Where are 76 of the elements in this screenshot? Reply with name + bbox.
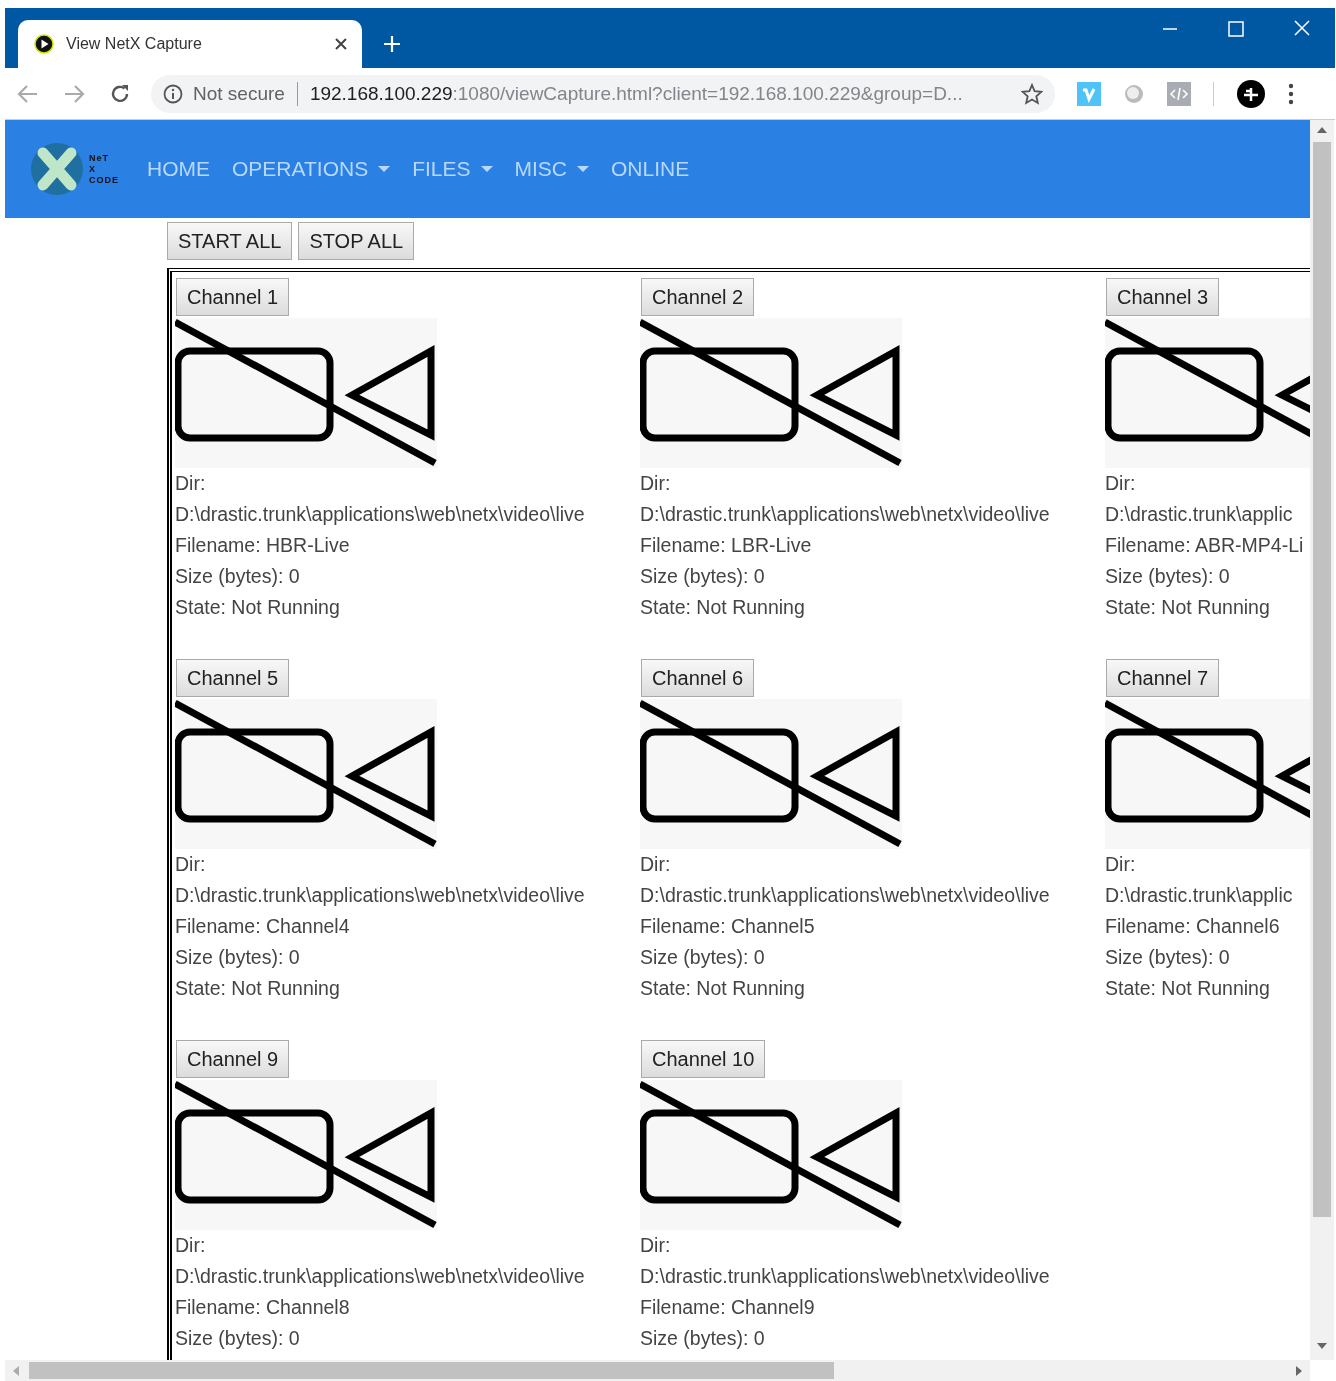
reload-icon[interactable] xyxy=(109,82,131,105)
state-text: State: Not Running xyxy=(640,595,806,620)
state-text: State: Not Running xyxy=(1105,595,1271,620)
dir-label: Dir: xyxy=(175,852,207,877)
logo-text: NeT xyxy=(89,152,110,164)
camera-off-icon xyxy=(640,318,902,468)
new-tab-icon[interactable] xyxy=(382,34,402,54)
filename-text: Filename: Channel4 xyxy=(175,914,351,939)
channel-button[interactable]: Channel 3 xyxy=(1106,278,1220,316)
x-logo-icon xyxy=(29,141,85,197)
logo-text: X xyxy=(89,163,97,175)
action-button[interactable]: STOP ALL xyxy=(298,222,415,260)
directory-path: D:\drastic.trunk\applications\web\netx\video\live xyxy=(175,502,586,527)
directory-path: D:\drastic.trunk\applications\web\netx\video\live xyxy=(175,883,586,908)
size-text: Size (bytes): 0 xyxy=(640,564,766,589)
dir-label: Dir: xyxy=(175,471,207,496)
dir-label: Dir: xyxy=(640,1233,672,1258)
vertical-scrollbar[interactable] xyxy=(1310,120,1334,1360)
filename-text: Filename: ABR-MP4-Li xyxy=(1105,533,1305,558)
directory-path: D:\drastic.trunk\applications\web\netx\video\live xyxy=(640,502,1051,527)
horizontal-scrollbar[interactable] xyxy=(5,1360,1310,1381)
tab-title: View NetX Capture xyxy=(66,35,203,53)
dir-label: Dir: xyxy=(1105,471,1137,496)
channel-button[interactable]: Channel 2 xyxy=(641,278,755,316)
filename-text: Filename: Channel5 xyxy=(640,914,816,939)
camera-off-icon xyxy=(175,1080,437,1230)
channel-button[interactable]: Channel 10 xyxy=(641,1040,766,1078)
channel-button[interactable]: Channel 5 xyxy=(176,659,290,697)
info-icon xyxy=(163,83,183,104)
filename-text: Filename: Channel6 xyxy=(1105,914,1281,939)
browser-tab[interactable]: View NetX Capture xyxy=(18,20,362,68)
filename-text: Filename: Channel9 xyxy=(640,1295,816,1320)
camera-off-icon xyxy=(640,1080,902,1230)
size-text: Size (bytes): 0 xyxy=(1105,945,1231,970)
address-bar[interactable]: Not secure 192.168.100.229:1080/viewCapture.html?client=192.168.100.229&group=D... xyxy=(151,74,1055,113)
profile-avatar-icon[interactable] xyxy=(1236,78,1266,109)
size-text: Size (bytes): 0 xyxy=(1105,564,1231,589)
directory-path: D:\drastic.trunk\applications\web\netx\video\live xyxy=(640,883,1051,908)
state-text: State: Not Running xyxy=(640,976,806,1001)
dir-label: Dir: xyxy=(1105,852,1137,877)
channel-button[interactable]: Channel 9 xyxy=(176,1040,290,1078)
directory-path: D:\drastic.trunk\applic xyxy=(1105,883,1294,908)
dir-label: Dir: xyxy=(640,471,672,496)
dir-label: Dir: xyxy=(640,852,672,877)
logo-text: CODE xyxy=(89,174,119,186)
security-label: Not secure xyxy=(193,82,285,105)
more-menu-icon[interactable] xyxy=(1288,82,1294,105)
camera-off-icon xyxy=(1105,699,1310,849)
url-text: 192.168.100.229:1080/viewCapture.html?client=192.168.100.229&group=D... xyxy=(309,82,963,105)
camera-off-icon xyxy=(1105,318,1310,468)
camera-off-icon xyxy=(175,318,437,468)
state-text: State: Not Running xyxy=(175,976,341,1001)
directory-path: D:\drastic.trunk\applic xyxy=(1105,502,1294,527)
dir-label: Dir: xyxy=(175,1233,207,1258)
filename-text: Filename: HBR-Live xyxy=(175,533,351,558)
scroll-right-icon[interactable] xyxy=(1294,1364,1304,1377)
size-text: Size (bytes): 0 xyxy=(175,1326,301,1351)
camera-off-icon xyxy=(640,699,902,849)
camera-off-icon xyxy=(175,699,437,849)
state-text: State: Not Running xyxy=(1105,976,1271,1001)
directory-path: D:\drastic.trunk\applications\web\netx\video\live xyxy=(640,1264,1051,1289)
action-button[interactable]: START ALL xyxy=(167,222,293,260)
size-text: Size (bytes): 0 xyxy=(175,564,301,589)
size-text: Size (bytes): 0 xyxy=(640,1326,766,1351)
close-icon[interactable] xyxy=(334,37,348,51)
filename-text: Filename: LBR-Live xyxy=(640,533,813,558)
channel-button[interactable]: Channel 6 xyxy=(641,659,755,697)
star-icon[interactable] xyxy=(1021,82,1043,105)
state-text: State: Not Running xyxy=(175,595,341,620)
directory-path: D:\drastic.trunk\applications\web\netx\video\live xyxy=(175,1264,586,1289)
size-text: Size (bytes): 0 xyxy=(640,945,766,970)
play-logo-icon xyxy=(34,34,54,54)
filename-text: Filename: Channel8 xyxy=(175,1295,351,1320)
channel-button[interactable]: Channel 7 xyxy=(1106,659,1220,697)
size-text: Size (bytes): 0 xyxy=(175,945,301,970)
channel-button[interactable]: Channel 1 xyxy=(176,278,290,316)
